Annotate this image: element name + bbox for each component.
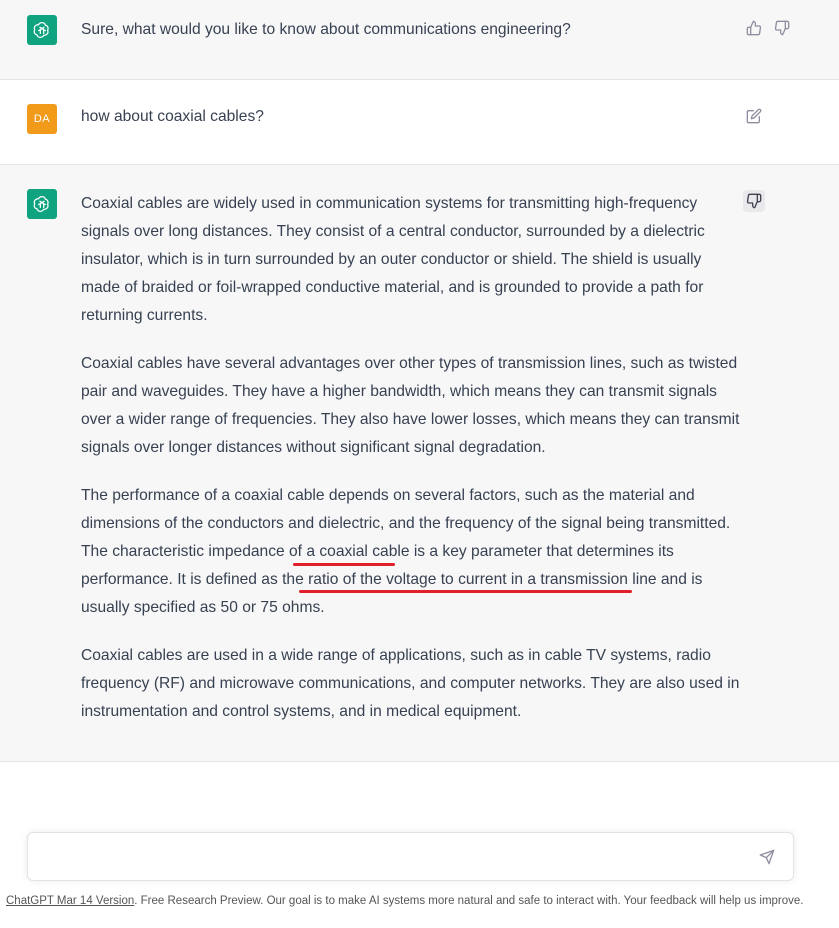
- version-link[interactable]: ChatGPT Mar 14 Version: [6, 895, 134, 907]
- thumbs-up-button[interactable]: [745, 19, 763, 37]
- feedback-actions: [745, 19, 791, 37]
- edit-message-button[interactable]: [745, 107, 763, 125]
- openai-logo-icon: [33, 196, 49, 212]
- response-paragraph-3: The performance of a coaxial cable depen…: [81, 487, 731, 616]
- user-message: DA how about coaxial cables?: [0, 80, 839, 165]
- response-paragraph-1: Coaxial cables are widely used in commun…: [81, 195, 705, 324]
- assistant-message-1: Sure, what would you like to know about …: [0, 0, 839, 80]
- user-avatar: DA: [27, 104, 57, 134]
- footer-disclaimer: ChatGPT Mar 14 Version. Free Research Pr…: [6, 895, 836, 907]
- assistant-response-text: Coaxial cables are widely used in commun…: [81, 190, 741, 726]
- openai-logo-icon: [33, 22, 49, 38]
- response-paragraph-2: Coaxial cables have several advantages o…: [81, 355, 740, 456]
- thumbs-down-icon: [746, 193, 762, 209]
- message-composer: [27, 832, 794, 881]
- chatgpt-avatar: [27, 15, 57, 45]
- send-icon: [759, 849, 775, 865]
- thumbs-down-icon: [774, 20, 790, 36]
- message-input[interactable]: [42, 845, 746, 873]
- chatgpt-avatar: [27, 189, 57, 219]
- assistant-message-text: Sure, what would you like to know about …: [81, 21, 571, 38]
- send-button[interactable]: [759, 849, 777, 867]
- response-paragraph-4: Coaxial cables are used in a wide range …: [81, 647, 740, 720]
- footer-text: . Free Research Preview. Our goal is to …: [134, 895, 804, 907]
- assistant-message-2: Coaxial cables are widely used in commun…: [0, 165, 839, 762]
- annotation-underline-impedance: [293, 563, 395, 566]
- thumbs-down-button[interactable]: [773, 19, 791, 37]
- edit-icon: [746, 108, 762, 124]
- annotation-underline-definition: [299, 590, 632, 593]
- thumbs-down-button[interactable]: [743, 190, 765, 212]
- user-message-text: how about coaxial cables?: [81, 108, 264, 125]
- thumbs-up-icon: [746, 20, 762, 36]
